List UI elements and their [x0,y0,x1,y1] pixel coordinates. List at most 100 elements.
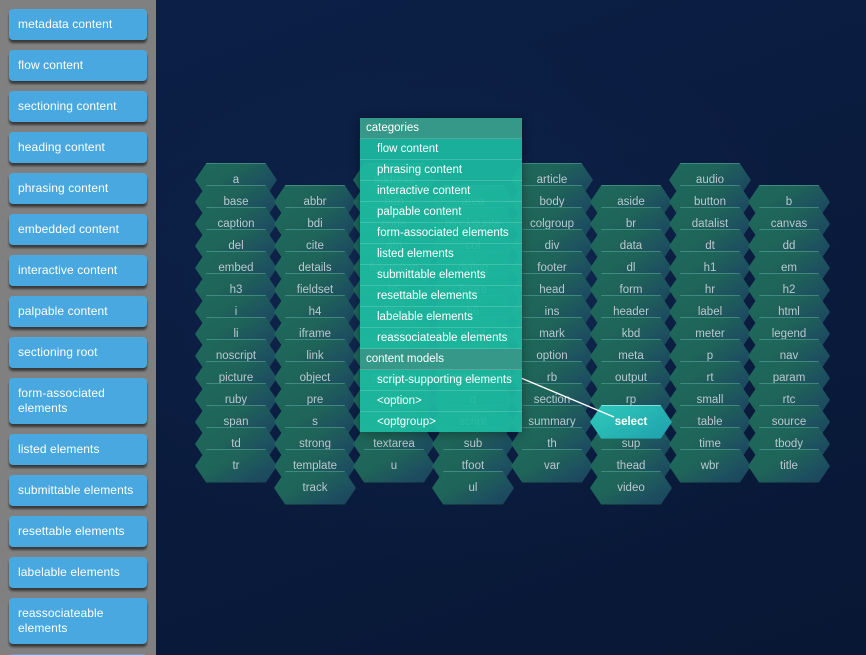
hex-cell[interactable]: track [274,471,356,505]
hex-cell-label: label [697,306,723,318]
sidebar-category-button[interactable]: reassociateable elements [9,598,147,644]
hex-cell-label: output [615,372,647,384]
tooltip-section-item: interactive content [360,181,522,202]
app-root: metadata content flow content sectioning c… [0,0,866,655]
sidebar-category-button[interactable]: embedded content [9,214,147,245]
hex-cell-label: details [298,262,332,274]
hex-cell-label: footer [537,262,567,274]
hex-cell-label: tbody [774,438,804,450]
hex-cell-label: link [306,350,324,362]
hex-cell-label: section [533,394,571,406]
hex-cell-label: kbd [621,328,641,340]
sidebar-category-button[interactable]: listed elements [9,434,147,465]
honeycomb-column: a base caption del embed h3 i li noscript picture… [195,163,277,483]
hex-cell-label: title [780,460,798,472]
sidebar-category-button[interactable]: sectioning root [9,337,147,368]
element-info-tooltip: categories flow content phrasing content in… [360,118,522,432]
hex-cell-label: template [292,460,338,472]
hex-cell-label: mark [539,328,565,340]
hex-cell-label: cite [306,240,324,252]
hex-cell[interactable]: u [353,449,435,483]
honeycomb-column: abbr bdi cite details fieldset h4 iframe link ob… [274,185,356,505]
hex-cell[interactable]: wbr [669,449,751,483]
hex-cell-selected[interactable]: select [590,405,672,439]
hex-cell-label: strong [299,438,331,450]
hex-cell-label: b [785,196,793,208]
hex-cell-label: header [613,306,649,318]
hex-cell-label: tfoot [461,460,485,472]
sidebar-category-button[interactable]: metadata content [9,9,147,40]
sidebar-category-button[interactable]: palpable content [9,296,147,327]
hex-cell-label: base [223,196,249,208]
hex-cell[interactable]: title [748,449,830,483]
sidebar-category-button[interactable]: resettable elements [9,516,147,547]
hex-cell-label: div [544,240,560,252]
hex-cell-label: wbr [700,460,720,472]
hex-cell[interactable]: var [511,449,593,483]
hex-cell-label: h4 [308,306,322,318]
hex-cell-label: p [706,350,714,362]
hex-cell-label: pre [306,394,324,406]
tooltip-section-heading: categories [360,118,522,139]
sidebar-category-button[interactable]: form-associated elements [9,378,147,424]
hex-cell-label: datalist [691,218,729,230]
hex-cell-label: h3 [229,284,243,296]
hex-cell-label: article [536,174,568,186]
hex-cell-label: object [299,372,331,384]
sidebar-category-button[interactable]: interactive content [9,255,147,286]
hex-cell-label: ins [544,306,560,318]
hex-cell-label: video [617,482,645,494]
tooltip-section-item: labelable elements [360,307,522,328]
hex-cell-label: var [544,460,560,472]
hex-cell-label: head [539,284,565,296]
tooltip-section-item: <option> [360,391,522,412]
hex-cell-label: track [302,482,328,494]
hex-cell-label: br [625,218,637,230]
hex-cell-label: caption [217,218,255,230]
hex-cell-label: small [696,394,724,406]
sidebar-category-button[interactable]: labelable elements [9,557,147,588]
tooltip-section-item: script-supporting elements [360,370,522,391]
hex-cell-label: rt [706,372,714,384]
hex-cell[interactable]: video [590,471,672,505]
hex-cell-label: bdi [307,218,323,230]
sidebar-category-button[interactable]: sectioning content [9,91,147,122]
hex-cell-label: iframe [299,328,331,340]
sidebar-category-button[interactable]: flow content [9,50,147,81]
tooltip-section-item: submittable elements [360,265,522,286]
hex-cell-label: th [547,438,557,450]
sidebar-category-button[interactable]: submittable elements [9,475,147,506]
hex-cell-label: meter [695,328,725,340]
tooltip-section-item: reassociateable elements [360,328,522,349]
hex-cell-label: h1 [703,262,717,274]
hex-cell-label: param [772,372,806,384]
hex-cell-label: legend [771,328,807,340]
hex-cell-label: html [778,306,800,318]
hex-cell-label: thead [616,460,646,472]
hex-cell-label: textarea [373,438,415,450]
hex-cell-label: em [781,262,797,274]
hex-cell-label: a [232,174,240,186]
hex-cell-label: embed [218,262,254,274]
hex-cell-label: source [771,416,807,428]
hex-cell-label: dl [626,262,636,274]
hex-cell-label: span [223,416,249,428]
hex-cell-label: noscript [215,350,257,362]
tooltip-section-item: <optgroup> [377,416,436,428]
hex-cell-label: body [539,196,565,208]
hex-cell-label: u [390,460,398,472]
hex-cell[interactable]: tr [195,449,277,483]
hex-cell-label: colgroup [529,218,575,230]
hex-cell-label: sup [621,438,641,450]
hex-cell-label: i [234,306,238,318]
honeycomb-column: audio button datalist dt h1 hr label meter p rt sm… [669,163,751,483]
hex-cell-label: fieldset [296,284,334,296]
hex-cell-label: rp [625,394,637,406]
tooltip-section-item: form-associated elements [360,223,522,244]
hex-cell-label: h2 [782,284,796,296]
sidebar-category-button[interactable]: heading content [9,132,147,163]
hex-cell[interactable]: ul [432,471,514,505]
sidebar-category-button[interactable]: phrasing content [9,173,147,204]
honeycomb-column: aside br data dl form header kbd meta output rp se… [590,185,672,505]
hex-cell-label: del [228,240,244,252]
